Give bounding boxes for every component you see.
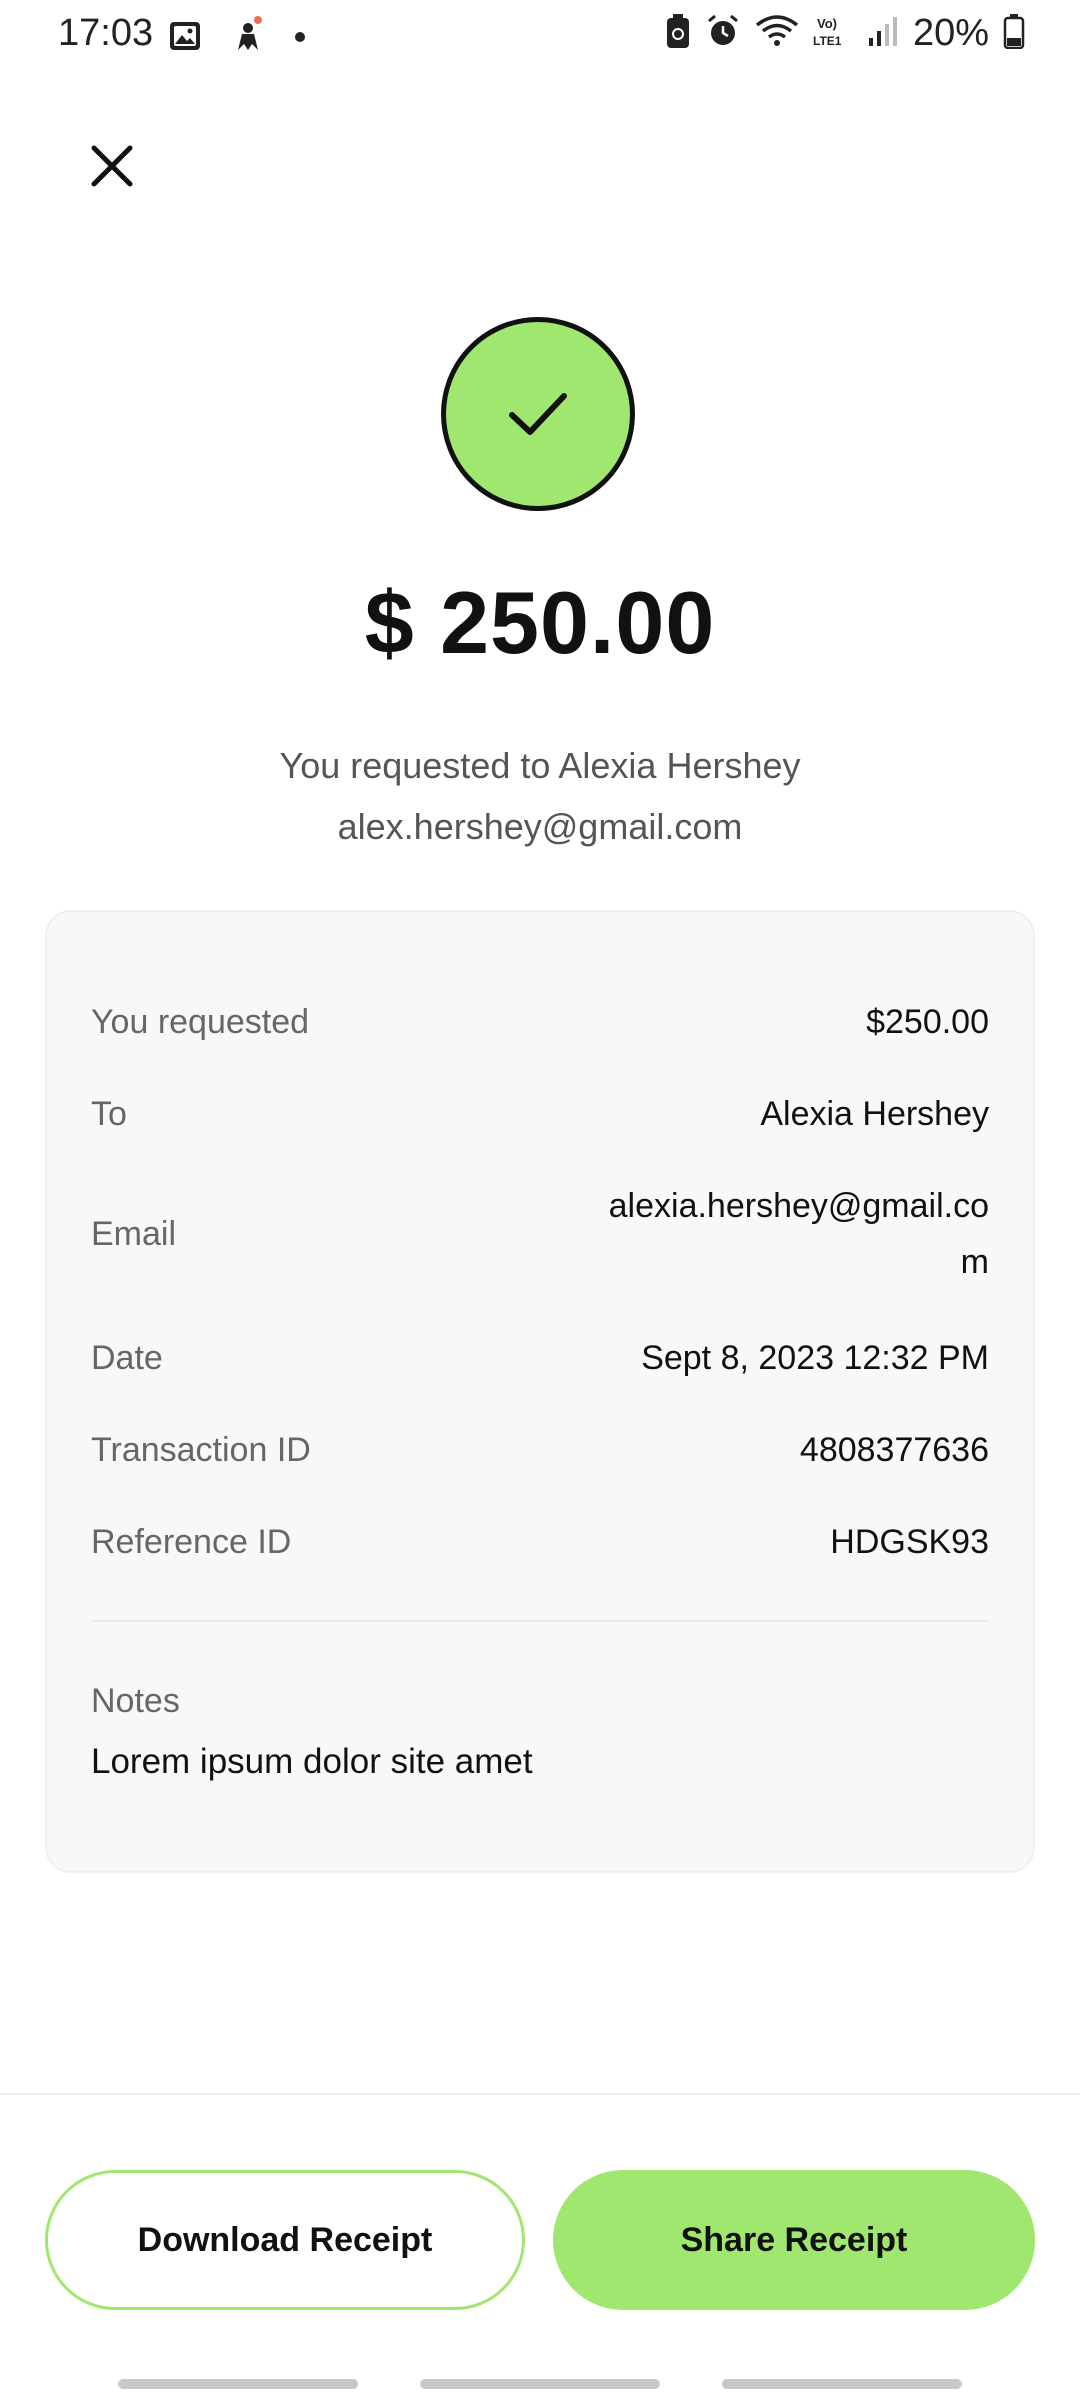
status-bar: 17:03 Vo) LTE1 20%	[0, 0, 1080, 70]
battery-saver-icon	[665, 13, 691, 54]
share-receipt-button[interactable]: Share Receipt	[553, 2170, 1035, 2310]
footer-divider	[0, 2093, 1080, 2095]
detail-row-email: Email alexia.hershey@gmail.com	[91, 1178, 989, 1290]
detail-value: alexia.hershey@gmail.com	[608, 1187, 989, 1281]
signal-icon	[867, 14, 899, 53]
alarm-icon	[705, 13, 741, 54]
close-button[interactable]	[84, 138, 140, 194]
volte-icon: Vo) LTE1	[813, 13, 853, 54]
detail-label: Transaction ID	[91, 1430, 311, 1469]
detail-value: Alexia Hershey	[760, 1095, 989, 1133]
battery-percent: 20%	[912, 12, 989, 54]
dot-icon	[294, 30, 306, 48]
svg-text:LTE1: LTE1	[813, 34, 842, 48]
status-time: 17:03	[58, 12, 154, 54]
detail-value: $250.00	[866, 1003, 989, 1041]
detail-value: Sept 8, 2023 12:32 PM	[641, 1339, 989, 1377]
detail-label: Date	[91, 1338, 163, 1377]
gallery-icon	[168, 19, 202, 58]
detail-label: Email	[91, 1214, 177, 1253]
detail-label: Reference ID	[91, 1522, 292, 1561]
battery-icon	[1003, 13, 1025, 54]
detail-row-reference-id: Reference ID HDGSK93	[91, 1514, 989, 1570]
download-receipt-button[interactable]: Download Receipt	[45, 2170, 525, 2310]
nav-recents-button[interactable]	[118, 2379, 358, 2389]
person-icon	[228, 16, 268, 61]
check-icon	[509, 393, 567, 435]
request-recipient-email: alex.hershey@gmail.com	[337, 806, 743, 847]
detail-label: You requested	[91, 1002, 310, 1041]
request-amount: $ 250.00	[364, 573, 716, 672]
detail-value: HDGSK93	[830, 1523, 989, 1561]
detail-row-to: To Alexia Hershey	[91, 1086, 989, 1142]
success-badge	[441, 317, 635, 511]
notification-dot	[254, 16, 262, 24]
detail-label: To	[91, 1094, 127, 1133]
notes-label: Notes	[91, 1682, 180, 1720]
notes-text: Lorem ipsum dolor site amet	[91, 1742, 533, 1781]
status-right-icons: Vo) LTE1 20%	[665, 12, 1025, 55]
transaction-details-card: You requested $250.00 To Alexia Hershey …	[45, 910, 1035, 1873]
system-nav-bar	[0, 2379, 1080, 2391]
card-divider	[91, 1620, 989, 1622]
svg-text:Vo): Vo)	[817, 16, 837, 31]
detail-row-transaction-id: Transaction ID 4808377636	[91, 1422, 989, 1478]
nav-home-button[interactable]	[420, 2379, 660, 2389]
wifi-icon	[755, 13, 799, 54]
detail-row-amount: You requested $250.00	[91, 994, 989, 1050]
request-recipient-line: You requested to Alexia Hershey	[279, 745, 801, 786]
nav-back-button[interactable]	[722, 2379, 962, 2389]
detail-row-date: Date Sept 8, 2023 12:32 PM	[91, 1330, 989, 1386]
detail-value: 4808377636	[799, 1431, 989, 1469]
close-icon	[91, 145, 133, 187]
status-left-icons	[168, 16, 306, 61]
